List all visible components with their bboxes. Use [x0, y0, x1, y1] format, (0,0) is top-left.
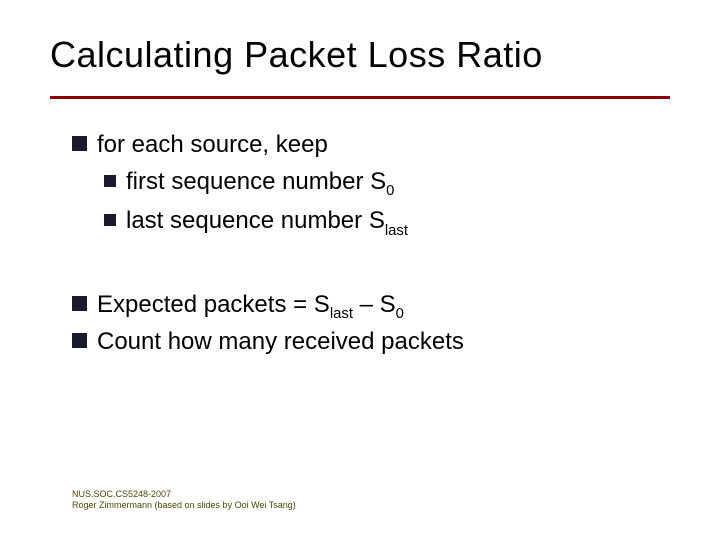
bullet-level1: Expected packets = Slast – S0: [72, 288, 660, 325]
subscript: 0: [396, 306, 404, 322]
footer-line: Roger Zimmermann (based on slides by Ooi…: [72, 500, 296, 512]
subscript: last: [330, 306, 353, 322]
bullet-text: Count how many received packets: [97, 328, 464, 355]
square-bullet-icon: [72, 333, 87, 348]
bullet-text: first sequence number S: [126, 168, 386, 195]
bullet-text: Expected packets = S: [97, 291, 330, 318]
bullet-level1: for each source, keep: [72, 128, 660, 163]
bullet-text: last sequence number S: [126, 207, 385, 234]
bullet-level1: Count how many received packets: [72, 325, 660, 360]
spacer: [72, 242, 660, 288]
slide-body: for each source, keep first sequence num…: [72, 128, 660, 360]
square-bullet-icon: [104, 175, 116, 187]
square-bullet-icon: [104, 214, 116, 226]
bullet-text: for each source, keep: [97, 131, 328, 158]
subscript: last: [385, 223, 408, 239]
bullet-level2: first sequence number S0: [104, 165, 660, 202]
bullet-text: – S: [353, 291, 396, 318]
slide: Calculating Packet Loss Ratio for each s…: [0, 0, 720, 540]
subscript: 0: [386, 183, 394, 199]
slide-title: Calculating Packet Loss Ratio: [50, 34, 543, 76]
bullet-level2: last sequence number Slast: [104, 204, 660, 241]
square-bullet-icon: [72, 296, 87, 311]
title-underline: [50, 96, 670, 99]
square-bullet-icon: [72, 136, 87, 151]
slide-footer: NUS.SOC.CS5248-2007 Roger Zimmermann (ba…: [72, 489, 296, 512]
footer-line: NUS.SOC.CS5248-2007: [72, 489, 296, 501]
